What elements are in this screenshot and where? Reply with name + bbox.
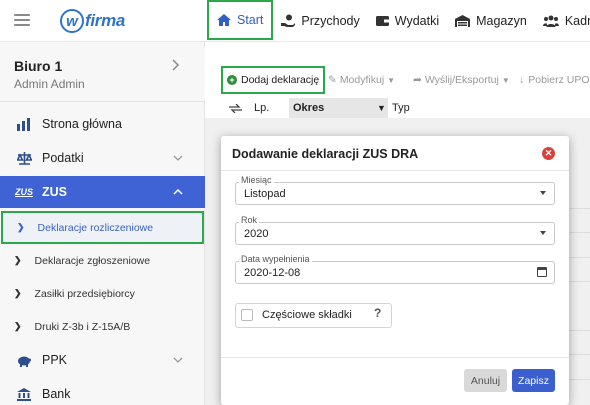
sidebar-subitem-label: Zasiłki przedsiębiorcy: [34, 287, 135, 300]
date-label: Data wypełnienia: [239, 254, 312, 264]
year-value: 2020: [244, 227, 269, 240]
modify-button[interactable]: ✎ Modyfikuj ▼: [328, 67, 395, 93]
bank-icon: [15, 387, 33, 401]
date-value: 2020-12-08: [244, 266, 301, 279]
month-select[interactable]: Listopad: [235, 182, 555, 205]
send-icon: ➦: [413, 74, 422, 86]
sidebar-item-bank[interactable]: Bank: [0, 377, 205, 405]
sidebar-item-strona-glowna[interactable]: Strona główna: [0, 107, 205, 141]
sidebar-item-label: ZUS: [42, 185, 67, 199]
sidebar-subitem-label: Deklaracje rozliczeniowe: [37, 221, 154, 234]
chevron-down-icon: [173, 354, 183, 366]
piggy-bank-icon: [15, 354, 33, 367]
year-label: Rok: [239, 215, 260, 225]
add-declaration-label: Dodaj deklarację: [241, 74, 320, 86]
download-icon: ↓: [519, 74, 525, 86]
month-value: Listopad: [244, 187, 286, 200]
chevron-right-icon: ❯: [14, 255, 22, 265]
sort-arrows-icon[interactable]: [229, 98, 242, 118]
save-button[interactable]: Zapisz: [512, 369, 555, 392]
add-declaration-button[interactable]: + Dodaj deklarację: [221, 66, 326, 94]
chevron-right-icon: ❯: [14, 321, 22, 331]
modify-label: Modyfikuj: [339, 74, 385, 86]
tab-magazyn[interactable]: Magazyn: [447, 0, 535, 42]
sidebar-subitem-zasilki[interactable]: ❯ Zasiłki przedsiębiorcy: [0, 277, 205, 310]
caret-down-icon: ▼: [501, 75, 510, 85]
download-upo-button[interactable]: ↓ Pobierz UPO: [519, 67, 590, 93]
calendar-icon[interactable]: [537, 267, 547, 277]
sidebar-item-label: Bank: [42, 387, 71, 401]
wfirma-logo[interactable]: w firma: [60, 9, 125, 33]
chevron-right-icon: ❯: [17, 222, 25, 232]
zus-logo-icon: ZUS: [15, 187, 33, 197]
home-icon: [217, 13, 231, 26]
sidebar-subitem-label: Druki Z-3b i Z-15A/B: [34, 320, 131, 333]
help-icon[interactable]: ?: [374, 306, 381, 320]
sidebar-subitem-label: Deklaracje zgłoszeniowe: [34, 254, 151, 267]
chevron-down-icon: [173, 152, 183, 164]
plus-circle-icon: +: [227, 75, 237, 85]
tab-label: Wydatki: [394, 13, 440, 28]
sidebar-subitem-deklaracje-rozliczeniowe[interactable]: ❯ Deklaracje rozliczeniowe: [1, 211, 204, 244]
chart-icon: [15, 117, 33, 131]
partial-contributions-checkbox[interactable]: [241, 309, 253, 321]
send-export-label: Wyślij/Eksportuj: [424, 74, 499, 86]
wallet-icon: [375, 15, 389, 27]
dialog-footer-divider: [221, 357, 569, 358]
column-header-typ[interactable]: Typ: [392, 98, 410, 118]
logo-text: firma: [85, 11, 126, 30]
logo-mark: w: [60, 9, 84, 33]
month-label: Miesiąc: [239, 175, 274, 185]
tab-label: Start: [237, 12, 264, 27]
chevron-right-icon[interactable]: [172, 58, 180, 74]
tab-kadry[interactable]: Kadry: [535, 0, 590, 42]
caret-down-icon: ▼: [387, 75, 396, 85]
column-header-okres[interactable]: Okres: [293, 98, 324, 118]
year-select[interactable]: 2020: [235, 222, 555, 245]
top-navigation: Start Przychody Wydatki Magazyn Kadry: [205, 0, 590, 42]
sidebar-subitem-druki[interactable]: ❯ Druki Z-3b i Z-15A/B: [0, 310, 205, 343]
tab-label: Kadry: [564, 13, 590, 28]
caret-down-icon: ▼: [377, 103, 386, 113]
caret-down-icon: [540, 191, 546, 195]
sidebar-item-podatki[interactable]: Podatki: [0, 141, 205, 175]
column-header-lp[interactable]: Lp.: [254, 98, 269, 118]
hamburger-menu-icon[interactable]: [14, 14, 30, 26]
users-icon: [542, 15, 559, 27]
sidebar-item-label: Strona główna: [42, 117, 122, 131]
company-switcher[interactable]: [0, 47, 205, 102]
tab-przychody[interactable]: Przychody: [273, 0, 367, 42]
tab-label: Przychody: [301, 13, 360, 28]
sidebar-subitem-deklaracje-zgloszeniowe[interactable]: ❯ Deklaracje zgłoszeniowe: [0, 244, 205, 277]
chevron-right-icon: ❯: [14, 288, 22, 298]
sidebar-item-zus[interactable]: ZUS ZUS: [0, 176, 205, 208]
tab-start[interactable]: Start: [207, 0, 274, 40]
money-hand-icon: [281, 14, 296, 27]
user-name: Admin Admin: [14, 77, 85, 91]
sidebar-item-label: PPK: [42, 353, 68, 367]
warehouse-icon: [455, 14, 471, 27]
caret-down-icon: [540, 231, 546, 235]
tab-label: Magazyn: [476, 13, 527, 28]
partial-contributions-label[interactable]: Częściowe składki: [262, 309, 352, 321]
sidebar-item-ppk[interactable]: PPK: [0, 343, 205, 377]
scales-icon: [15, 151, 33, 165]
chevron-up-icon: [173, 186, 183, 198]
date-input[interactable]: 2020-12-08: [235, 261, 555, 284]
company-name: Biuro 1: [14, 58, 63, 74]
tab-wydatki[interactable]: Wydatki: [368, 0, 447, 42]
dialog-title: Dodawanie deklaracji ZUS DRA: [232, 147, 419, 161]
download-upo-label: Pobierz UPO: [528, 74, 590, 86]
edit-icon: ✎: [328, 74, 337, 86]
send-export-button[interactable]: ➦ Wyślij/Eksportuj ▼: [413, 67, 510, 93]
sidebar-item-label: Podatki: [42, 151, 84, 165]
cancel-button[interactable]: Anuluj: [464, 369, 507, 392]
close-icon[interactable]: ✕: [542, 147, 555, 160]
